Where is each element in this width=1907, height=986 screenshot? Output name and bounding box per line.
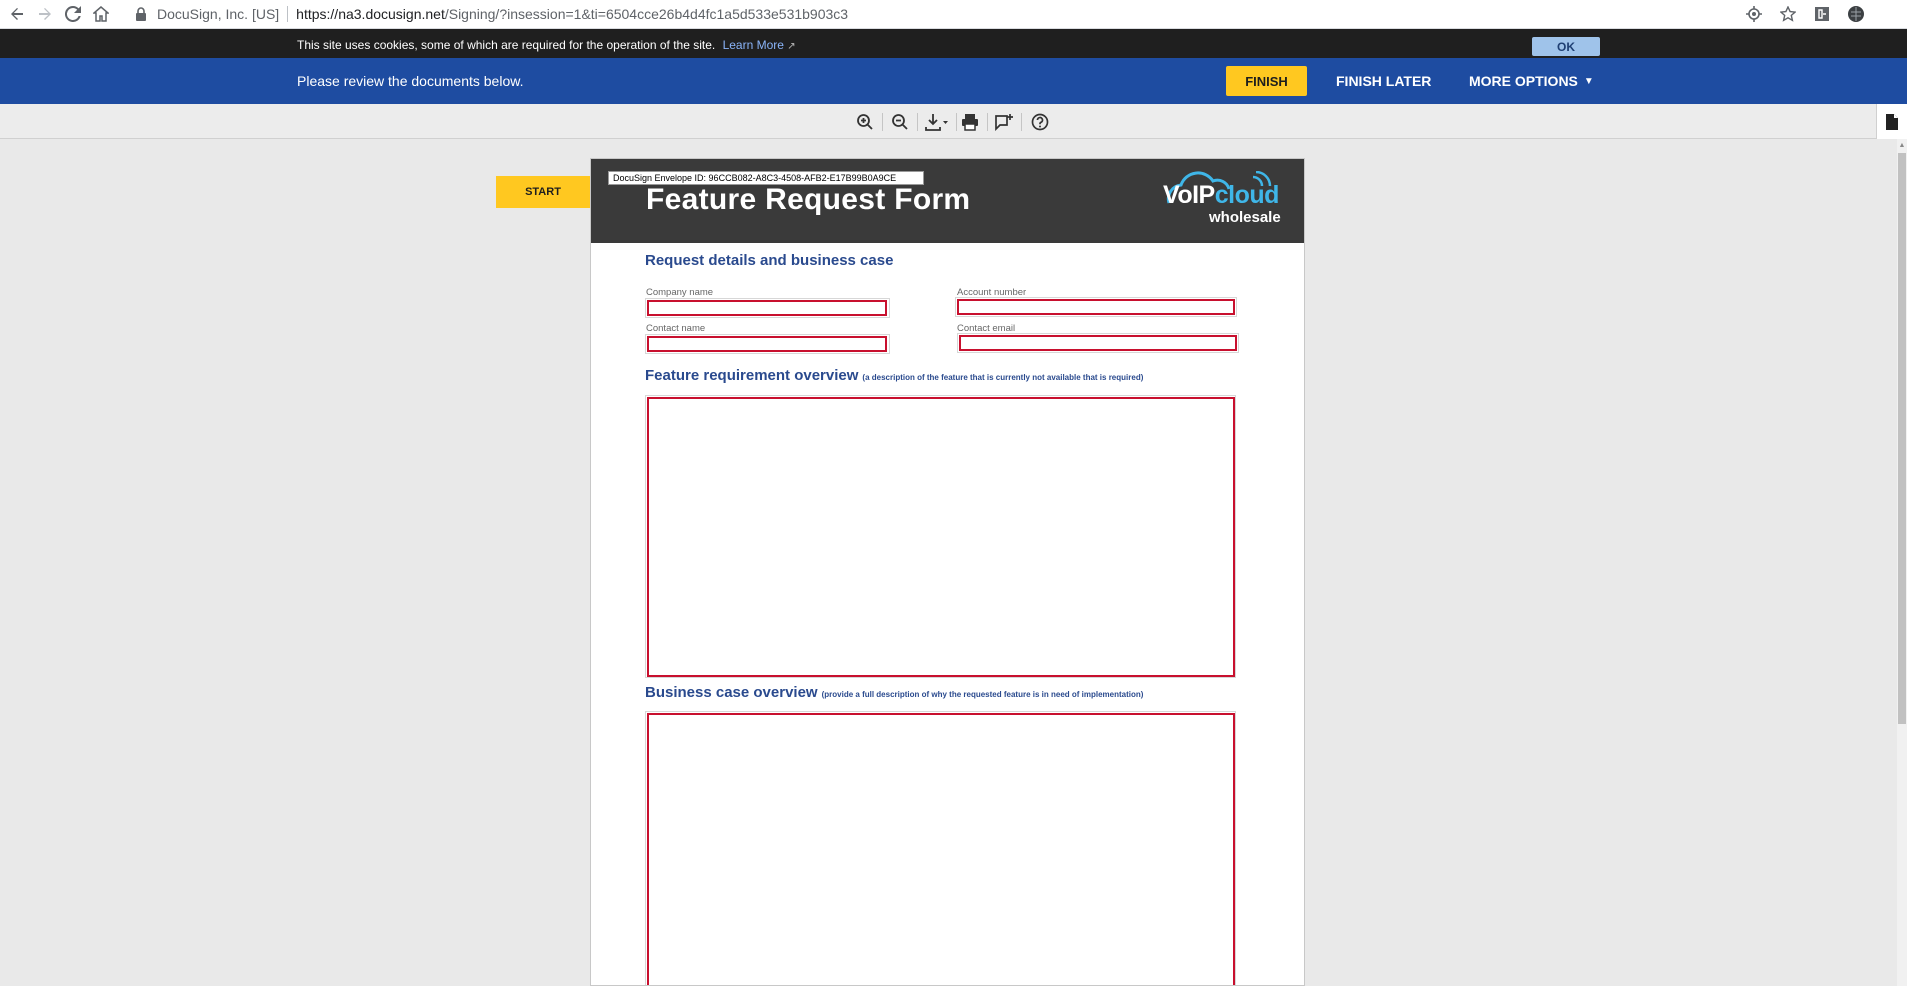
logo-wholesale: wholesale (1209, 209, 1281, 226)
bookmark-star-icon[interactable] (1777, 3, 1799, 25)
reload-icon[interactable] (62, 3, 84, 25)
business-case-title: Business case overview (645, 684, 818, 701)
feature-requirement-field[interactable] (647, 397, 1235, 677)
extension-icon[interactable] (1811, 3, 1833, 25)
logo-cloud: cloud (1214, 181, 1280, 209)
caret-down-icon: ▼ (1583, 75, 1594, 87)
cookie-ok-button[interactable]: OK (1532, 37, 1600, 56)
finish-later-button[interactable]: FINISH LATER (1336, 73, 1431, 89)
zoom-in-icon[interactable] (854, 111, 876, 133)
cookie-banner: This site uses cookies, some of which ar… (0, 29, 1907, 58)
back-icon[interactable] (6, 3, 28, 25)
more-options-button[interactable]: MORE OPTIONS ▼ (1469, 73, 1594, 89)
learn-more-link[interactable]: Learn More (723, 38, 784, 52)
forward-icon[interactable] (34, 3, 56, 25)
logo-text: VoIPcloud (1163, 181, 1279, 210)
logo-voip: VoIP (1163, 181, 1215, 209)
scroll-up-icon[interactable]: ▲ (1897, 139, 1907, 151)
external-link-icon: ↗ (787, 41, 796, 52)
contact-name-field[interactable] (647, 336, 887, 352)
feature-requirement-note: (a description of the feature that is cu… (862, 373, 1144, 382)
profile-avatar-icon[interactable] (1845, 3, 1867, 25)
company-name-label: Company name (646, 287, 714, 298)
form-title: Feature Request Form (646, 183, 971, 216)
address-separator (287, 6, 289, 22)
site-identity: DocuSign, Inc. [US] (157, 6, 280, 22)
location-icon[interactable] (1743, 3, 1765, 25)
help-icon[interactable] (1029, 111, 1051, 133)
url-path: /Signing/?insession=1&ti=6504cce26b4d4fc… (444, 6, 849, 22)
voipcloud-logo: VoIPcloud wholesale (1161, 171, 1286, 231)
toolbar-divider (1021, 113, 1022, 131)
section-request-details: Request details and business case (645, 252, 894, 269)
toolbar-divider (917, 113, 918, 131)
start-button[interactable]: START (496, 176, 590, 208)
toolbar-divider (987, 113, 988, 131)
home-icon[interactable] (90, 3, 112, 25)
review-message: Please review the documents below. (297, 73, 524, 89)
scroll-thumb[interactable] (1898, 153, 1906, 724)
document-panel-icon[interactable] (1876, 104, 1907, 139)
toolbar-divider (882, 113, 883, 131)
document-page: DocuSign Envelope ID: 96CCB082-A8C3-4508… (590, 158, 1305, 986)
contact-name-label: Contact name (646, 323, 706, 334)
section-feature-requirement: Feature requirement overview (a descripti… (645, 367, 1143, 384)
document-banner: DocuSign Envelope ID: 96CCB082-A8C3-4508… (591, 159, 1304, 243)
toolbar-divider (956, 113, 957, 131)
browser-toolbar: DocuSign, Inc. [US] https://na3.docusign… (0, 0, 1907, 29)
print-icon[interactable] (959, 111, 981, 133)
zoom-out-icon[interactable] (889, 111, 911, 133)
company-name-field[interactable] (647, 300, 887, 316)
address-bar[interactable]: DocuSign, Inc. [US] https://na3.docusign… (135, 3, 848, 25)
signing-header: Please review the documents below. FINIS… (0, 58, 1907, 104)
business-case-field[interactable] (647, 713, 1235, 985)
feature-requirement-title: Feature requirement overview (645, 367, 859, 384)
finish-button[interactable]: FINISH (1226, 66, 1307, 96)
document-toolbar (0, 104, 1907, 139)
cookie-message: This site uses cookies, some of which ar… (297, 38, 796, 52)
download-icon[interactable] (922, 111, 952, 133)
business-case-note: (provide a full description of why the r… (821, 690, 1144, 699)
more-options-label: MORE OPTIONS (1469, 73, 1578, 89)
comment-add-icon[interactable] (993, 111, 1015, 133)
cookie-text: This site uses cookies, some of which ar… (297, 38, 716, 52)
url-host: https://na3.docusign.net (296, 6, 445, 22)
account-number-field[interactable] (957, 299, 1235, 315)
lock-icon (136, 7, 146, 21)
browser-actions (1743, 3, 1907, 25)
viewer-scrollbar[interactable]: ▲ (1897, 139, 1907, 986)
section-business-case: Business case overview (provide a full de… (645, 684, 1143, 701)
contact-email-field[interactable] (959, 335, 1237, 351)
